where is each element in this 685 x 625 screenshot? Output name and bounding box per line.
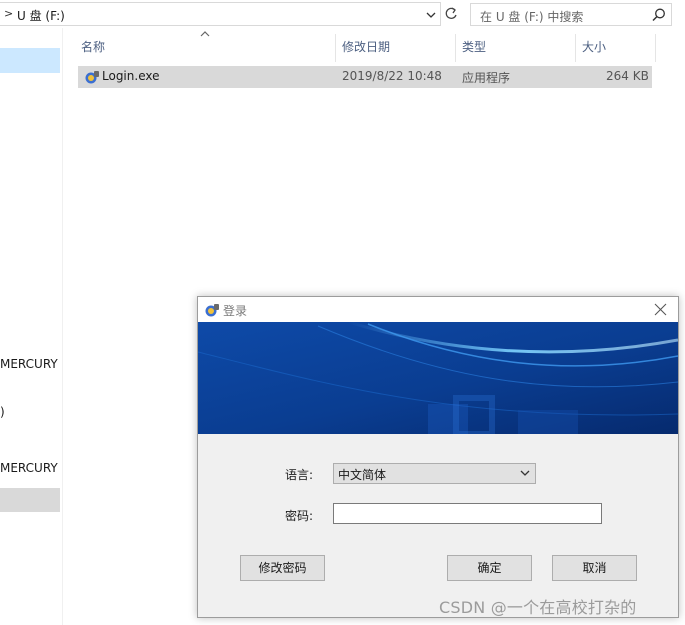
login-dialog: 登录 语言: 中文简体 密码: 修改密码 确定 取消 [197, 296, 679, 618]
column-header-size[interactable]: 大小 [582, 38, 606, 60]
language-select[interactable]: 中文简体 [333, 463, 536, 484]
refresh-icon[interactable] [442, 2, 460, 26]
file-type: 应用程序 [462, 71, 511, 85]
breadcrumb-path[interactable]: U 盘 (F:) [17, 7, 65, 24]
column-divider[interactable] [575, 34, 576, 62]
file-modified: 2019/8/22 10:48 [342, 69, 442, 83]
nav-item-drive[interactable]: ) [0, 405, 5, 419]
column-header-modified[interactable]: 修改日期 [342, 38, 390, 60]
application-icon [205, 304, 219, 317]
close-icon[interactable] [654, 303, 667, 316]
change-password-button[interactable]: 修改密码 [240, 555, 325, 581]
breadcrumb-separator: > [4, 7, 14, 20]
column-header-name[interactable]: 名称 [81, 38, 105, 60]
column-divider[interactable] [655, 34, 656, 62]
dialog-titlebar[interactable]: 登录 [198, 297, 678, 322]
search-placeholder: 在 U 盘 (F:) 中搜索 [480, 10, 584, 24]
address-bar[interactable]: > U 盘 (F:) [0, 2, 441, 26]
chevron-down-icon[interactable] [425, 9, 437, 21]
password-label: 密码: [285, 509, 314, 523]
column-divider[interactable] [455, 34, 456, 62]
cancel-button[interactable]: 取消 [552, 555, 637, 581]
banner-image [198, 322, 678, 434]
sort-ascending-icon [200, 31, 210, 37]
file-size: 264 KB [606, 69, 649, 83]
search-input[interactable]: 在 U 盘 (F:) 中搜索 [470, 3, 672, 26]
password-input[interactable] [333, 503, 602, 524]
search-icon[interactable] [651, 7, 667, 23]
application-icon [85, 71, 99, 84]
nav-item-mercury-1[interactable]: MERCURY [0, 357, 58, 371]
dialog-title: 登录 [223, 304, 248, 318]
watermark: CSDN @一个在高校打杂的 [439, 598, 637, 617]
language-select-value: 中文简体 [338, 468, 387, 482]
nav-selected-item[interactable] [0, 48, 60, 73]
nav-hover-item[interactable] [0, 488, 60, 512]
file-row-login[interactable]: Login.exe 2019/8/22 10:48 应用程序 264 KB [78, 66, 652, 88]
language-label: 语言: [285, 468, 314, 482]
ok-button[interactable]: 确定 [447, 555, 532, 581]
chevron-down-icon [520, 470, 530, 476]
nav-item-mercury-2[interactable]: MERCURY [0, 461, 58, 475]
column-divider[interactable] [335, 34, 336, 62]
column-header-type[interactable]: 类型 [462, 38, 486, 60]
nav-pane-divider [62, 28, 63, 625]
file-name: Login.exe [102, 69, 160, 83]
